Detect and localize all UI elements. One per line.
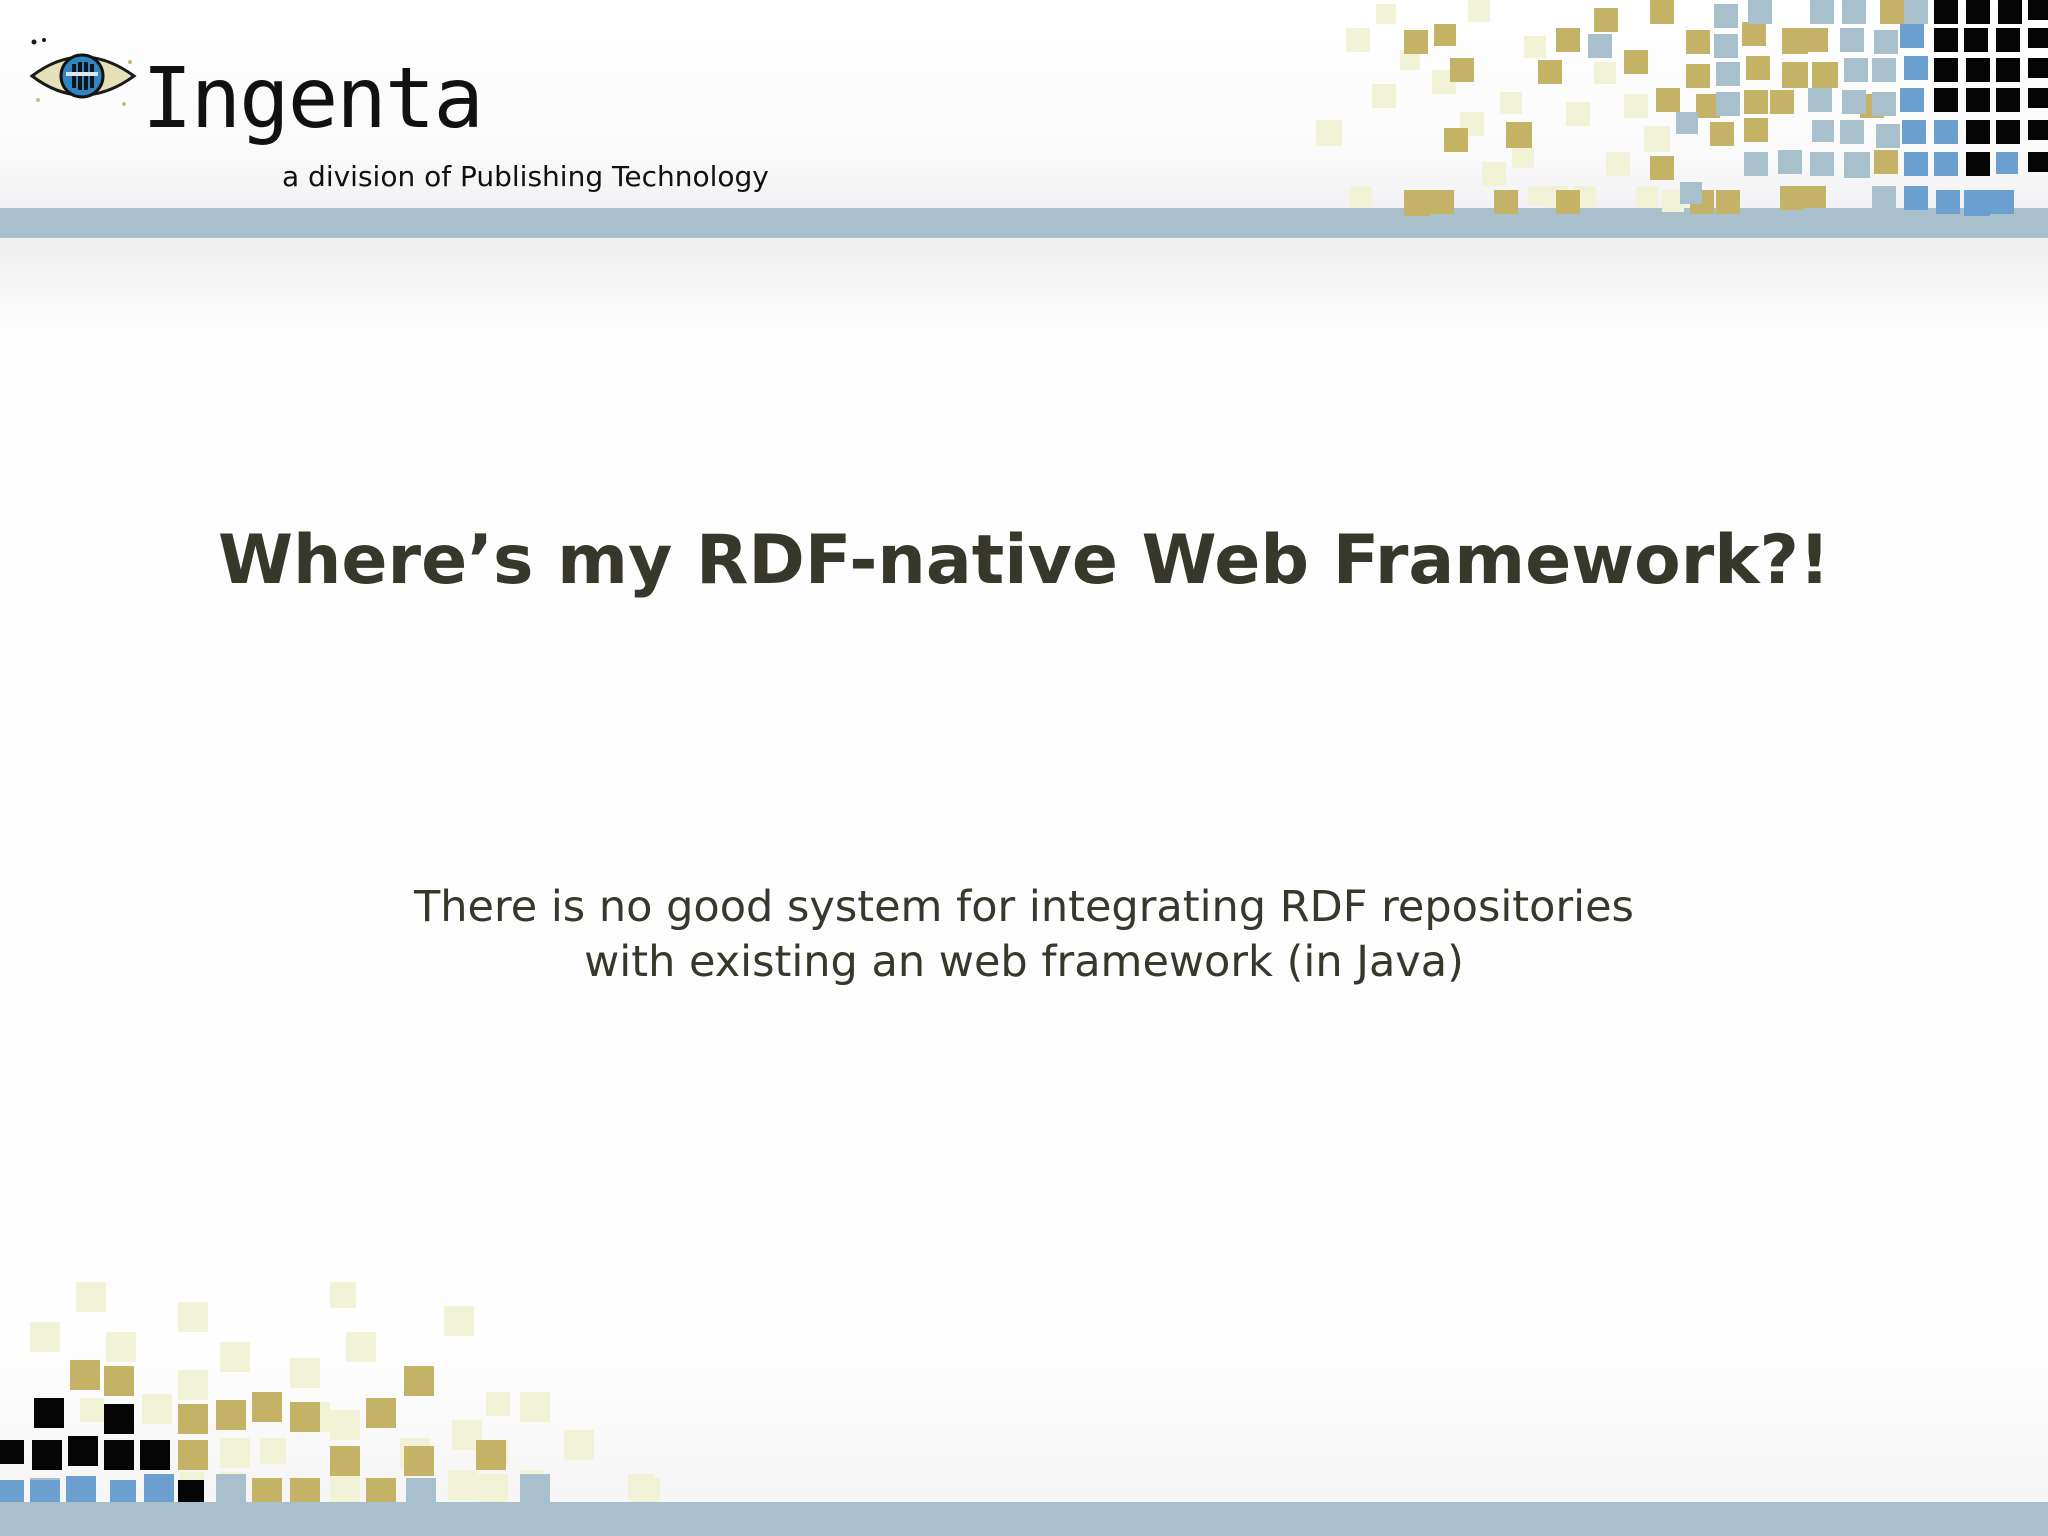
mosaic-tile bbox=[32, 1440, 62, 1470]
footer-rule bbox=[0, 1502, 2048, 1536]
mosaic-tile bbox=[366, 1398, 396, 1428]
mosaic-tile bbox=[330, 1446, 360, 1476]
mosaic-tile bbox=[484, 1440, 508, 1464]
mosaic-tile bbox=[444, 1306, 474, 1336]
logo-wordmark: Ingenta bbox=[142, 49, 484, 147]
mosaic-tile bbox=[104, 1366, 134, 1396]
mosaic-tile bbox=[178, 1404, 208, 1434]
mosaic-tile bbox=[330, 1410, 360, 1440]
mosaic-tile bbox=[260, 1438, 286, 1464]
mosaic-tile bbox=[68, 1436, 98, 1466]
body-line: There is no good system for integrating … bbox=[414, 882, 1634, 932]
mosaic-tile bbox=[330, 1474, 360, 1504]
mosaic-tile bbox=[178, 1440, 208, 1470]
mosaic-tile bbox=[216, 1400, 246, 1430]
mosaic-tile bbox=[178, 1302, 208, 1332]
mosaic-tile bbox=[80, 1398, 104, 1422]
header-shadow bbox=[0, 238, 2048, 333]
mosaic-tile bbox=[70, 1360, 100, 1390]
mosaic-tile bbox=[142, 1394, 172, 1424]
mosaic-tile bbox=[486, 1392, 510, 1416]
mosaic-tile bbox=[220, 1438, 250, 1468]
mosaic-tile bbox=[104, 1440, 134, 1470]
mosaic-tile bbox=[564, 1430, 594, 1460]
mosaic-tile bbox=[220, 1472, 244, 1496]
mosaic-tile bbox=[400, 1438, 430, 1468]
mosaic-tile bbox=[478, 1474, 508, 1504]
mosaic-tile bbox=[252, 1392, 282, 1422]
mosaic-tile bbox=[216, 1474, 246, 1504]
mosaic-tile bbox=[404, 1446, 434, 1476]
mosaic-tile bbox=[144, 1474, 174, 1504]
mosaic-tile bbox=[346, 1332, 376, 1362]
mosaic-tile bbox=[0, 1480, 24, 1504]
mosaic-tile bbox=[476, 1440, 506, 1470]
mosaic-tile bbox=[330, 1282, 356, 1308]
mosaic-tile bbox=[140, 1440, 164, 1464]
mosaic-tile bbox=[520, 1474, 550, 1504]
slide-body: There is no good system for integrating … bbox=[0, 880, 2048, 990]
header-rule bbox=[0, 208, 2048, 238]
mosaic-tile bbox=[0, 1440, 24, 1464]
mosaic-tile bbox=[452, 1420, 482, 1450]
mosaic-tile bbox=[106, 1332, 136, 1362]
mosaic-tile bbox=[30, 1322, 60, 1352]
mosaic-tile bbox=[520, 1470, 544, 1494]
mosaic-tile bbox=[404, 1366, 434, 1396]
mosaic-tile bbox=[178, 1370, 208, 1400]
mosaic-tile bbox=[290, 1358, 320, 1388]
ingenta-logo: Ingenta a division of Publishing Technol… bbox=[28, 36, 828, 206]
logo-tagline: a division of Publishing Technology bbox=[282, 160, 769, 193]
mosaic-tile bbox=[220, 1342, 250, 1372]
slide-title: Where’s my RDF-native Web Framework?! bbox=[218, 521, 1830, 600]
mosaic-tile bbox=[520, 1392, 550, 1422]
mosaic-tile bbox=[180, 1472, 204, 1496]
body-line: with existing an web framework (in Java) bbox=[584, 937, 1464, 987]
mosaic-tile bbox=[300, 1402, 330, 1432]
mosaic-tile bbox=[628, 1474, 654, 1500]
slide: Ingenta a division of Publishing Technol… bbox=[0, 0, 2048, 1536]
mosaic-tile bbox=[104, 1404, 134, 1434]
mosaic-tile bbox=[140, 1440, 170, 1470]
mosaic-tile bbox=[34, 1398, 64, 1428]
mosaic-tile bbox=[76, 1282, 106, 1312]
mosaic-tile bbox=[448, 1470, 478, 1500]
eye-icon bbox=[29, 38, 137, 106]
mosaic-tile bbox=[290, 1402, 320, 1432]
